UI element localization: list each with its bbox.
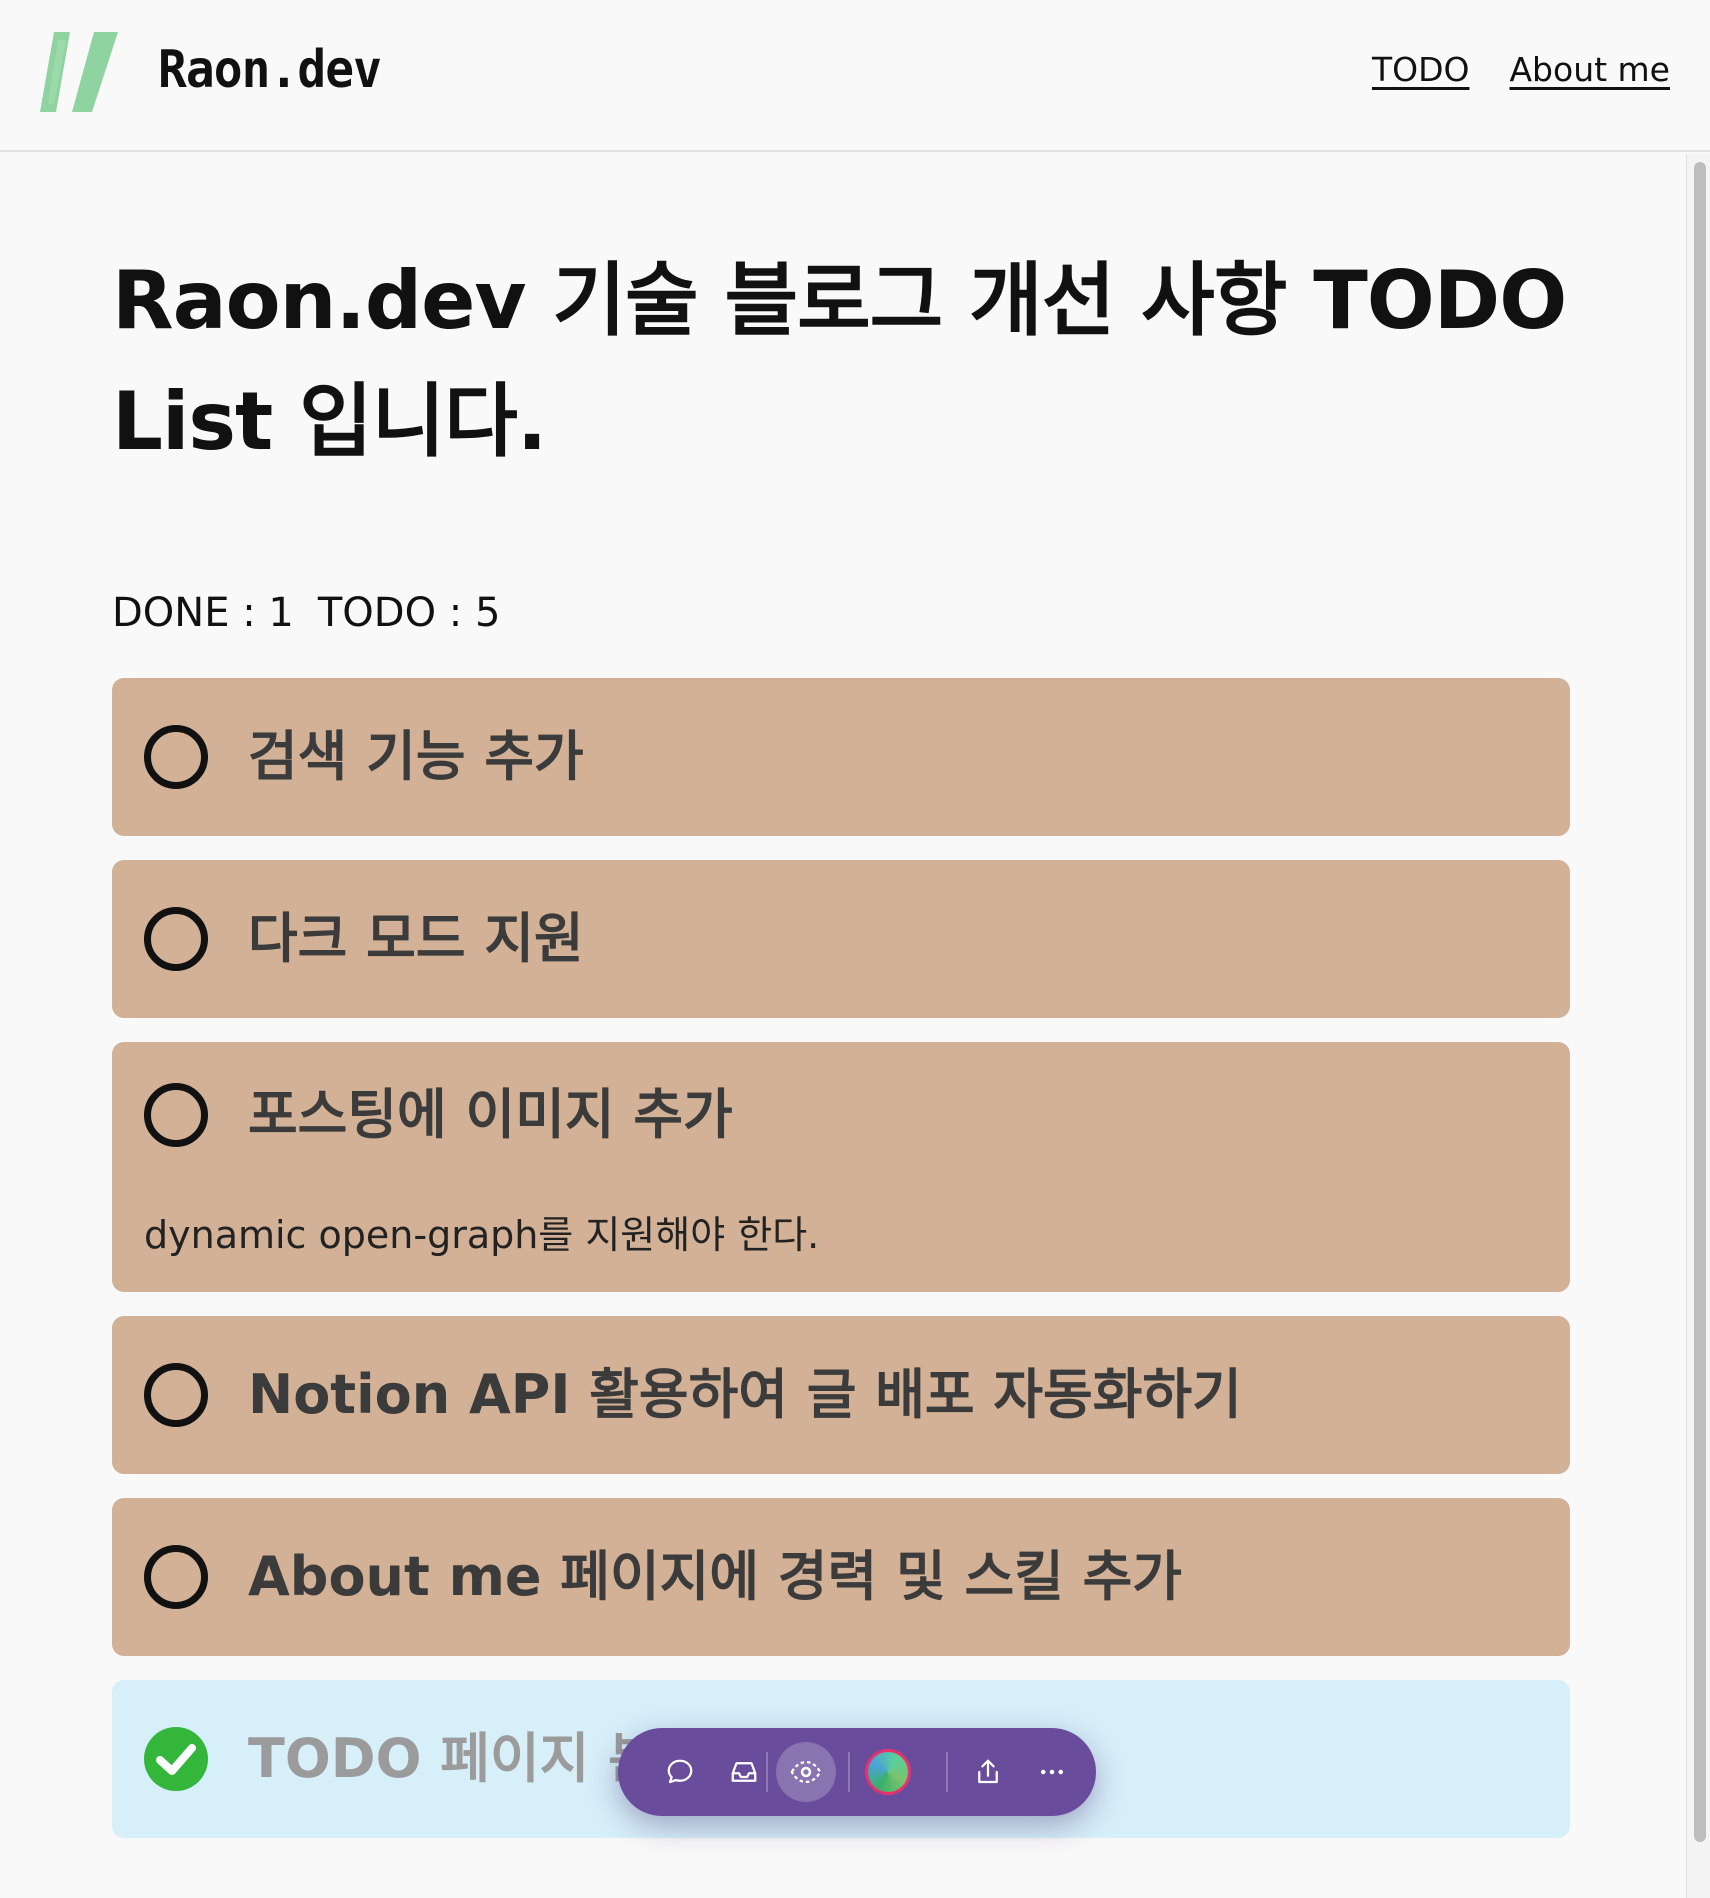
main-content: Raon.dev 기술 블로그 개선 사항 TODO List 입니다. DON… <box>112 240 1570 1838</box>
empty-circle-icon[interactable] <box>144 725 208 789</box>
avatar <box>865 1749 911 1795</box>
todo-item[interactable]: 포스팅에 이미지 추가 dynamic open-graph를 지원해야 한다. <box>112 1042 1570 1292</box>
inbox-button[interactable] <box>714 1742 774 1802</box>
brand-title[interactable]: Raon.dev <box>158 40 382 100</box>
view-button[interactable] <box>776 1742 836 1802</box>
todo-item[interactable]: About me 페이지에 경력 및 스킬 추가 <box>112 1498 1570 1656</box>
todo-item-title: 다크 모드 지원 <box>248 907 584 970</box>
share-button[interactable] <box>958 1742 1018 1802</box>
page-title: Raon.dev 기술 블로그 개선 사항 TODO List 입니다. <box>112 240 1570 482</box>
toolbar-divider <box>766 1752 768 1792</box>
todo-item[interactable]: Notion API 활용하여 글 배포 자동화하기 <box>112 1316 1570 1474</box>
todo-item[interactable]: 검색 기능 추가 <box>112 678 1570 836</box>
avatar-button[interactable] <box>858 1742 918 1802</box>
scrollbar[interactable] <box>1686 154 1710 1898</box>
comment-icon <box>667 1759 693 1784</box>
nav-link-about-me[interactable]: About me <box>1509 50 1670 89</box>
scrollbar-thumb[interactable] <box>1694 162 1706 1842</box>
more-button[interactable] <box>1022 1742 1082 1802</box>
site-header: Raon.dev TODO About me <box>0 0 1710 152</box>
floating-toolbar <box>618 1728 1096 1816</box>
check-circle-icon[interactable] <box>144 1727 208 1791</box>
todo-list: 검색 기능 추가 다크 모드 지원 포스팅에 이미지 추가 dynamic op… <box>112 678 1570 1862</box>
empty-circle-icon[interactable] <box>144 1363 208 1427</box>
empty-circle-icon[interactable] <box>144 1545 208 1609</box>
todo-item-title: About me 페이지에 경력 및 스킬 추가 <box>248 1545 1182 1608</box>
todo-item-title: 포스팅에 이미지 추가 <box>248 1083 733 1146</box>
inbox-icon <box>731 1762 757 1782</box>
todo-item-description: dynamic open-graph를 지원해야 한다. <box>144 1213 820 1257</box>
share-icon <box>978 1759 998 1784</box>
eye-icon <box>790 1760 822 1784</box>
todo-item-title: TODO 페이지 분 <box>248 1727 658 1790</box>
empty-circle-icon[interactable] <box>144 1083 208 1147</box>
done-count: DONE : 1 <box>112 590 294 636</box>
top-nav: TODO About me <box>1372 50 1670 89</box>
toolbar-divider <box>946 1752 948 1792</box>
empty-circle-icon[interactable] <box>144 907 208 971</box>
toolbar-divider <box>848 1752 850 1792</box>
todo-item-title: Notion API 활용하여 글 배포 자동화하기 <box>248 1363 1242 1426</box>
nav-link-todo[interactable]: TODO <box>1372 50 1470 89</box>
comment-button[interactable] <box>650 1742 710 1802</box>
more-icon <box>1041 1769 1063 1775</box>
todo-counts: DONE : 1 TODO : 5 <box>112 590 1570 636</box>
todo-item-title: 검색 기능 추가 <box>248 725 584 788</box>
page-title-line-1: Raon.dev 기술 블로그 개선 사항 TODO <box>112 254 1567 347</box>
page-title-line-2: List 입니다. <box>112 375 547 468</box>
slash-logo-icon[interactable] <box>40 32 118 112</box>
todo-count: TODO : 5 <box>317 590 501 636</box>
todo-item[interactable]: 다크 모드 지원 <box>112 860 1570 1018</box>
